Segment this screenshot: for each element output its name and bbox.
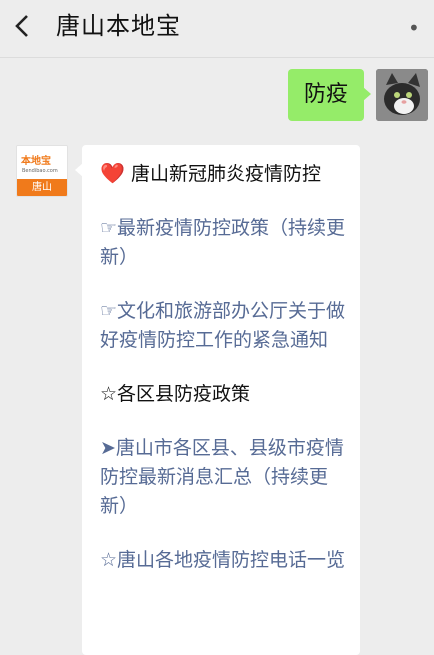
logo-top: 本地宝 Bendibao.com [17, 146, 67, 179]
incoming-message-row: 本地宝 Bendibao.com 唐山 ❤️ 唐山新冠肺炎疫情防控 ☞最新疫情防… [0, 144, 434, 655]
chevron-left-icon [15, 15, 28, 37]
account-avatar[interactable]: 本地宝 Bendibao.com 唐山 [16, 145, 68, 197]
logo-city: 唐山 [17, 179, 67, 196]
district-news-link[interactable]: ➤唐山市各区县、县级市疫情防控最新消息汇总（持续更新） [100, 434, 346, 521]
logo-site-text: Bendibao.com [22, 168, 58, 174]
more-options-button[interactable]: • [408, 18, 424, 38]
chat-header: 唐山本地宝 • [0, 0, 434, 58]
epidemic-heading-text: 唐山新冠肺炎疫情防控 [130, 163, 321, 185]
incoming-message-bubble: ❤️ 唐山新冠肺炎疫情防控 ☞最新疫情防控政策（持续更新） ☞文化和旅游部办公厅… [75, 145, 360, 655]
heart-icon: ❤️ [100, 161, 125, 185]
district-policy-heading: ☆各区县防疫政策 [100, 383, 251, 405]
my-message-row: 防疫 [0, 68, 434, 124]
my-message-bubble[interactable]: 防疫 [288, 69, 371, 121]
chat-title: 唐山本地宝 [56, 12, 181, 40]
back-button[interactable] [14, 6, 44, 46]
epidemic-heading: ❤️ 唐山新冠肺炎疫情防控 [100, 159, 346, 189]
logo-brand-text: 本地宝 [21, 156, 51, 167]
cat-photo-icon [376, 69, 428, 121]
phone-list-link[interactable]: ☆唐山各地疫情防控电话一览 [100, 546, 346, 575]
culture-tourism-notice-link[interactable]: ☞文化和旅游部办公厅关于做好疫情防控工作的紧急通知 [100, 297, 346, 355]
user-avatar[interactable] [376, 69, 428, 121]
latest-policy-link[interactable]: ☞最新疫情防控政策（持续更新） [100, 214, 346, 272]
